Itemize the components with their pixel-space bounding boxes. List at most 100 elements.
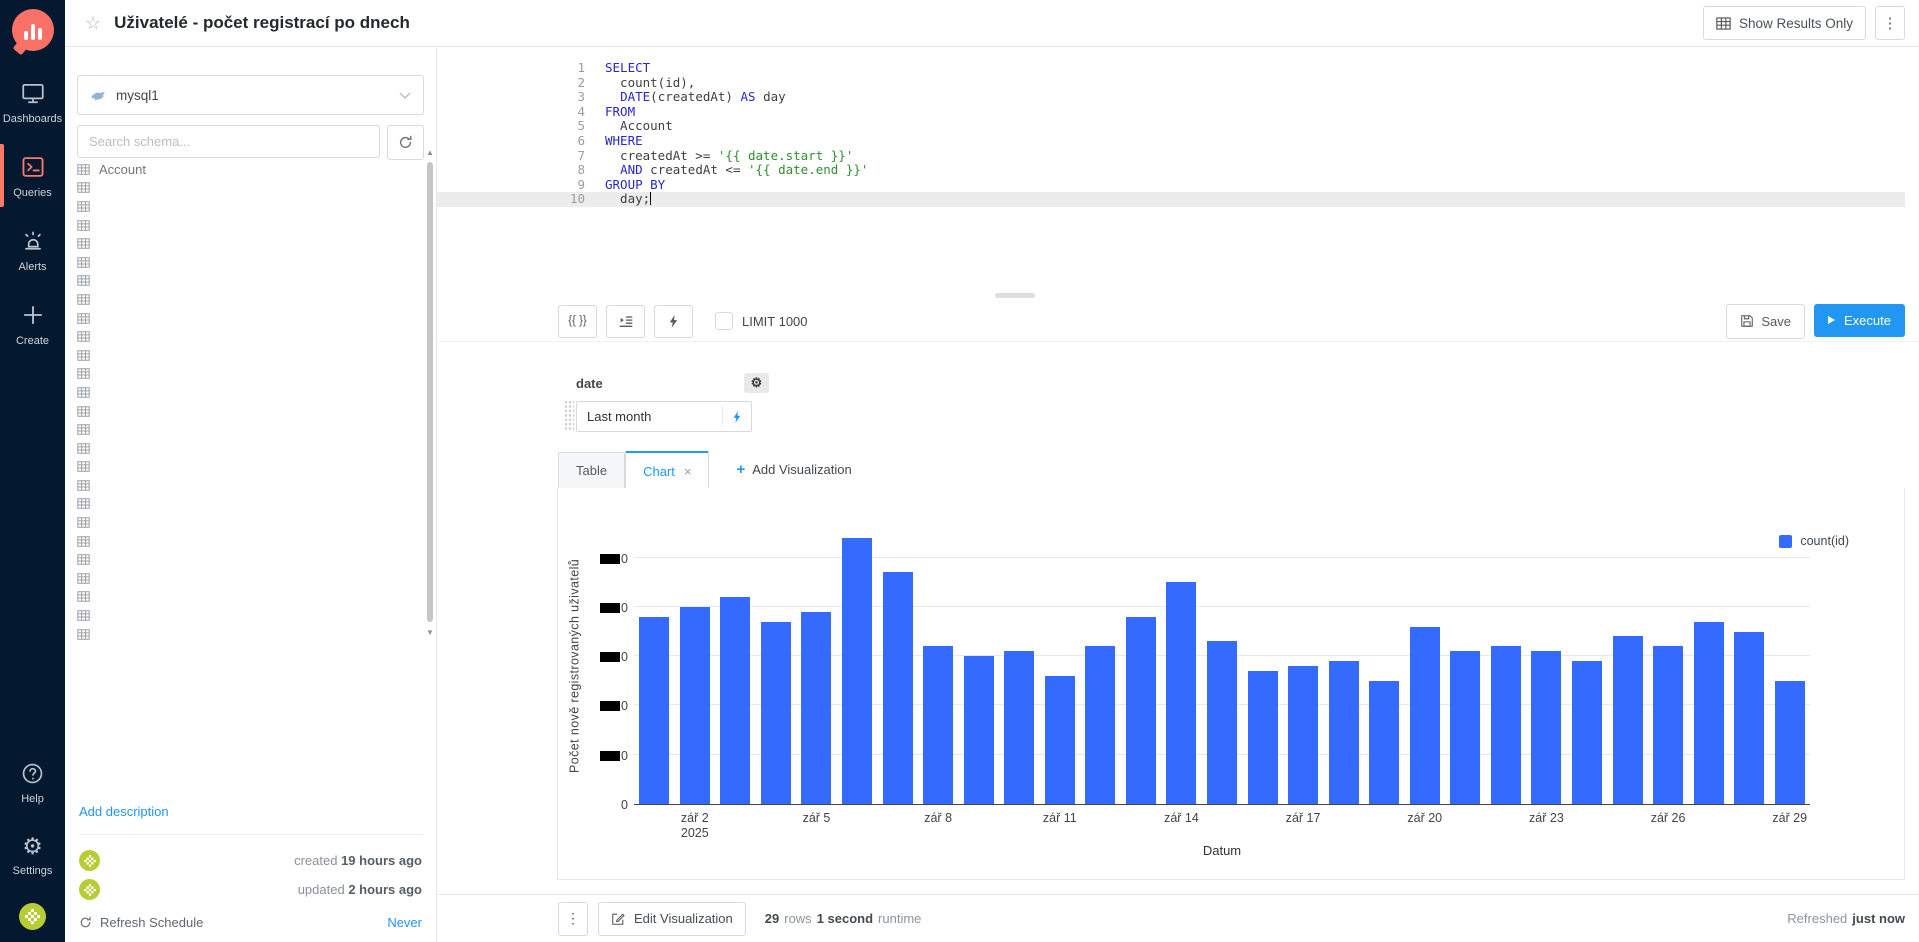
- limit-label: LIMIT 1000: [742, 314, 808, 329]
- execute-button[interactable]: Execute: [1814, 304, 1905, 337]
- show-results-only-button[interactable]: Show Results Only: [1703, 6, 1866, 40]
- edit-icon: [611, 912, 625, 926]
- sql-editor-code[interactable]: 1SELECT2 count(id),3 DATE(createdAt) AS …: [437, 61, 1905, 207]
- chevron-down-icon: [399, 92, 411, 99]
- schema-scrollbar-thumb[interactable]: [427, 162, 433, 622]
- gridline: [634, 557, 1810, 558]
- bar: [1207, 641, 1237, 804]
- code-line[interactable]: 5 Account: [437, 119, 1905, 134]
- alarm-icon: [20, 228, 46, 254]
- parameter-settings-button[interactable]: ⚙: [744, 373, 769, 393]
- schema-table-row[interactable]: [77, 346, 422, 365]
- sidebar-item-label: Alerts: [18, 261, 46, 273]
- schema-table-row[interactable]: [77, 402, 422, 421]
- table-icon: [77, 443, 90, 454]
- code-line[interactable]: 2 count(id),: [437, 76, 1905, 91]
- sidebar-item-create[interactable]: Create: [0, 302, 65, 347]
- schema-table-row[interactable]: [77, 272, 422, 291]
- user-avatar[interactable]: [19, 903, 46, 930]
- schema-table-row[interactable]: [77, 290, 422, 309]
- results-more-menu-button[interactable]: ⋮: [558, 902, 588, 936]
- refresh-schedule-value-link[interactable]: Never: [387, 915, 422, 930]
- schema-table-row[interactable]: [77, 532, 422, 551]
- code-line[interactable]: 3 DATE(createdAt) AS day: [437, 90, 1905, 105]
- sidebar-item-dashboards[interactable]: Dashboards: [0, 80, 65, 125]
- schema-table-row[interactable]: [77, 569, 422, 588]
- limit-checkbox[interactable]: [715, 312, 733, 330]
- table-grid-icon: [1716, 17, 1731, 30]
- schema-table-row[interactable]: [77, 234, 422, 253]
- avatar: [79, 850, 100, 871]
- x-tick-label: zář 8: [924, 811, 952, 826]
- bar: [842, 538, 872, 804]
- schema-table-row[interactable]: [77, 606, 422, 625]
- identicon-icon: [25, 909, 40, 924]
- close-icon[interactable]: ×: [684, 464, 692, 479]
- line-number: 7: [437, 149, 597, 164]
- code-line[interactable]: 7 createdAt >= '{{ date.start }}': [437, 149, 1905, 164]
- scroll-down-arrow-icon[interactable]: ▼: [425, 628, 435, 637]
- sidebar-item-queries[interactable]: Queries: [0, 154, 65, 199]
- scroll-up-arrow-icon[interactable]: ▲: [425, 148, 435, 157]
- schema-table-row[interactable]: [77, 327, 422, 346]
- bar: [801, 612, 831, 804]
- schema-table-row[interactable]: [77, 458, 422, 477]
- parameter-drag-handle[interactable]: [564, 400, 574, 431]
- add-description-link[interactable]: Add description: [79, 804, 169, 819]
- schema-table-row[interactable]: [77, 588, 422, 607]
- insert-parameter-button[interactable]: {{ }}: [558, 305, 597, 338]
- schema-table-row[interactable]: [77, 365, 422, 384]
- sidebar-item-help[interactable]: Help: [0, 761, 65, 805]
- code-line[interactable]: 8 AND createdAt <= '{{ date.end }}': [437, 163, 1905, 178]
- schema-table-row[interactable]: [77, 216, 422, 235]
- bar: [1126, 617, 1156, 804]
- table-icon: [77, 201, 90, 212]
- schema-table-row[interactable]: [77, 439, 422, 458]
- parameter-value-dropdown[interactable]: Last month: [576, 401, 752, 432]
- favorite-star-icon[interactable]: ☆: [85, 13, 101, 34]
- redash-logo[interactable]: [12, 9, 54, 51]
- schema-panel: mysql1 Account ▲ ▼ Add description creat…: [65, 48, 437, 942]
- edit-visualization-button[interactable]: Edit Visualization: [598, 902, 746, 936]
- schema-table-row[interactable]: [77, 513, 422, 532]
- autocomplete-toggle-button[interactable]: [654, 305, 693, 338]
- save-button[interactable]: Save: [1726, 304, 1805, 339]
- schema-table-row[interactable]: [77, 495, 422, 514]
- schema-table-row[interactable]: [77, 197, 422, 216]
- schema-table-row[interactable]: [77, 625, 422, 644]
- schema-table-row[interactable]: [77, 476, 422, 495]
- format-query-button[interactable]: [606, 305, 645, 338]
- sidebar-item-settings[interactable]: ⚙ Settings: [0, 834, 65, 877]
- schema-table-row[interactable]: [77, 420, 422, 439]
- tab-table[interactable]: Table: [558, 452, 625, 488]
- table-icon: [77, 498, 90, 509]
- question-circle-icon: [20, 761, 45, 786]
- code-line[interactable]: 4FROM: [437, 105, 1905, 120]
- play-icon: [1828, 316, 1835, 324]
- refreshed-status: Refreshedjust now: [1787, 911, 1905, 926]
- datasource-name: mysql1: [116, 88, 159, 103]
- sidebar-item-alerts[interactable]: Alerts: [0, 228, 65, 273]
- add-visualization-button[interactable]: + Add Visualization: [736, 461, 851, 478]
- schema-table-row[interactable]: [77, 383, 422, 402]
- schema-table-row[interactable]: [77, 309, 422, 328]
- search-schema-input[interactable]: [77, 125, 380, 158]
- editor-resize-handle[interactable]: [995, 293, 1035, 298]
- code-line[interactable]: 9GROUP BY: [437, 178, 1905, 193]
- schema-table-row[interactable]: [77, 550, 422, 569]
- tab-chart[interactable]: Chart ×: [625, 451, 709, 489]
- sidebar-item-label: Settings: [13, 865, 53, 877]
- datasource-select[interactable]: mysql1: [77, 75, 424, 115]
- refresh-schema-button[interactable]: [387, 125, 424, 160]
- schema-table-row[interactable]: [77, 253, 422, 272]
- header-more-menu-button[interactable]: ⋮: [1875, 6, 1905, 40]
- apply-changes-lightning-icon[interactable]: [722, 407, 751, 426]
- code-line[interactable]: 6WHERE: [437, 134, 1905, 149]
- code-line[interactable]: 1SELECT: [437, 61, 1905, 76]
- bar: [1045, 676, 1075, 804]
- schema-table-row[interactable]: Account: [77, 160, 422, 179]
- schema-table-row[interactable]: [77, 179, 422, 198]
- table-icon: [77, 257, 90, 268]
- bar: [1531, 651, 1561, 804]
- code-line[interactable]: 10 day;: [437, 192, 1905, 207]
